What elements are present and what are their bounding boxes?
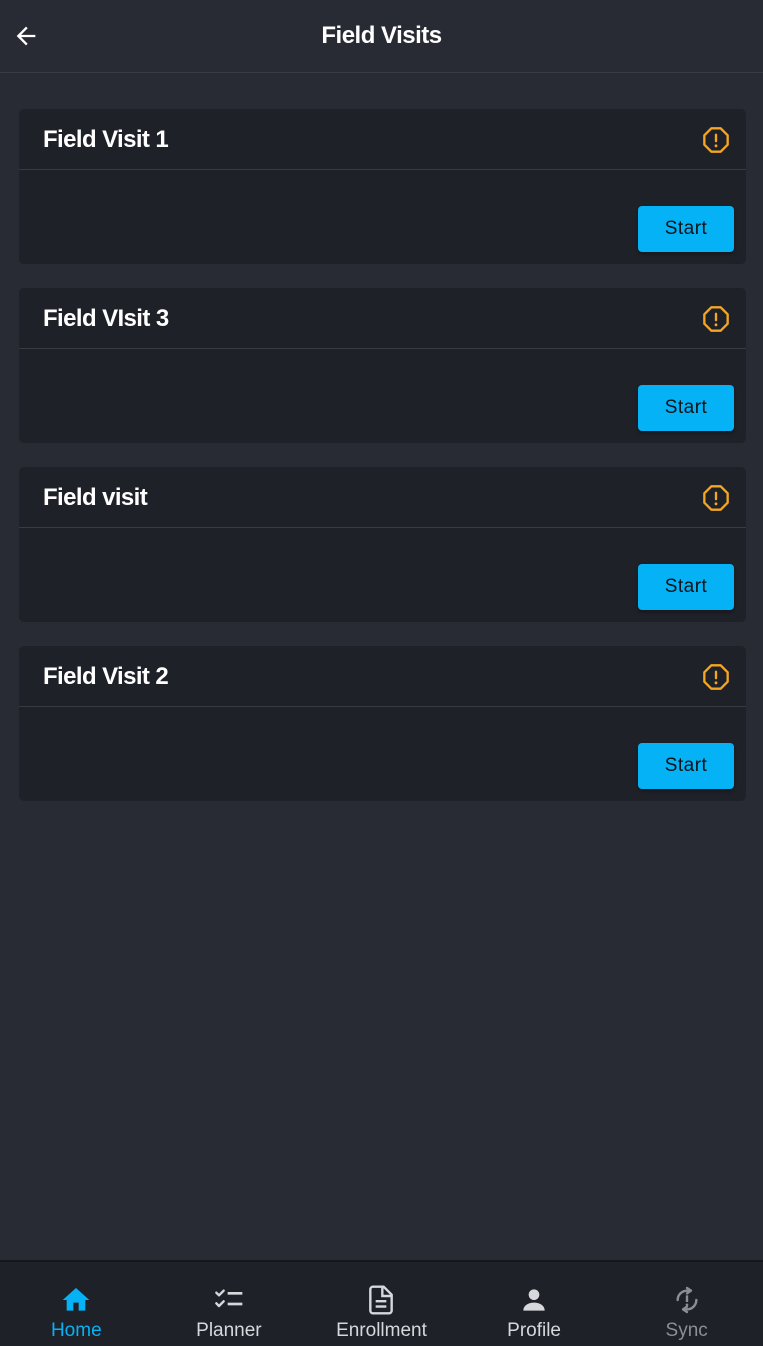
home-icon [60, 1284, 92, 1316]
field-visit-card: Field VIsit 3 Start [19, 288, 746, 443]
card-title: Field visit [43, 484, 148, 511]
card-header: Field Visit 2 [19, 646, 746, 707]
start-button[interactable]: Start [638, 385, 734, 431]
document-icon [365, 1284, 397, 1316]
nav-item-sync[interactable]: Sync [610, 1262, 763, 1346]
warning-octagon-icon [703, 127, 729, 153]
field-visit-card: Field Visit 1 Start [19, 109, 746, 264]
checklist-icon [213, 1284, 245, 1316]
nav-item-home[interactable]: Home [0, 1262, 153, 1346]
person-icon [518, 1284, 550, 1316]
card-header: Field VIsit 3 [19, 288, 746, 349]
start-button[interactable]: Start [638, 743, 734, 789]
field-visit-card: Field visit Start [19, 467, 746, 622]
nav-item-profile[interactable]: Profile [458, 1262, 611, 1346]
nav-label: Planner [196, 1320, 262, 1341]
nav-label: Sync [665, 1320, 708, 1341]
page-title: Field Visits [321, 22, 442, 49]
field-visit-card: Field Visit 2 Start [19, 646, 746, 801]
nav-item-planner[interactable]: Planner [153, 1262, 306, 1346]
warning-octagon-icon [703, 306, 729, 332]
card-title: Field Visit 2 [43, 663, 169, 690]
card-header: Field visit [19, 467, 746, 528]
start-button[interactable]: Start [638, 564, 734, 610]
app-screen: Field Visits Field Visit 1 Start Field V… [0, 0, 763, 1346]
warning-octagon-icon [703, 485, 729, 511]
nav-item-enrollment[interactable]: Enrollment [305, 1262, 458, 1346]
nav-label: Enrollment [336, 1320, 427, 1341]
card-title: Field VIsit 3 [43, 305, 169, 332]
bottom-navigation: Home Planner Enrollment Profile Sync [0, 1260, 763, 1346]
nav-label: Profile [507, 1320, 561, 1341]
app-header: Field Visits [0, 0, 763, 73]
card-title: Field Visit 1 [43, 126, 169, 153]
field-visit-list: Field Visit 1 Start Field VIsit 3 Start [19, 109, 746, 825]
start-button[interactable]: Start [638, 206, 734, 252]
nav-label: Home [50, 1320, 102, 1341]
warning-octagon-icon [703, 664, 729, 690]
card-header: Field Visit 1 [19, 109, 746, 170]
sync-alert-icon [671, 1284, 703, 1316]
